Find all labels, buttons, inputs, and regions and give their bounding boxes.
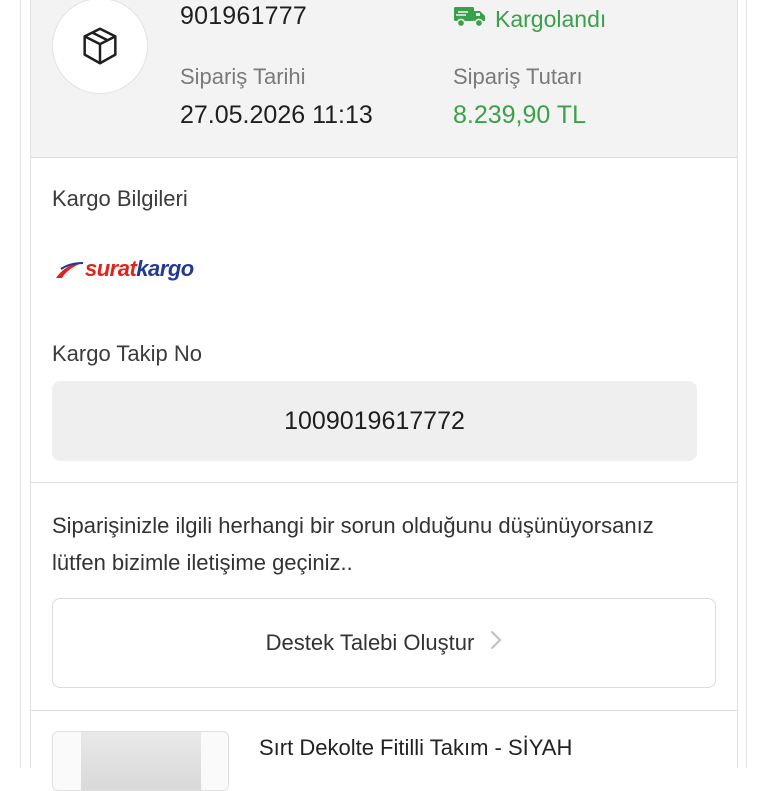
order-number: 901961777 — [180, 2, 307, 30]
tracking-label: Kargo Takip No — [52, 341, 203, 366]
order-amount-value: 8.239,90 TL — [453, 101, 586, 129]
chevron-right-icon — [490, 630, 502, 656]
logo-word-surat: surat — [85, 256, 137, 281]
order-detail-card: 901961777 Kargolandı Sipariş Tarihi 27.0… — [30, 0, 738, 791]
order-summary: 901961777 Kargolandı Sipariş Tarihi 27.0… — [31, 0, 737, 158]
surat-kargo-logo: surat kargo — [55, 256, 194, 282]
product-name[interactable]: Sırt Dekolte Fitilli Takım - SİYAH — [259, 735, 572, 761]
support-message: Siparişinizle ilgili herhangi bir sorun … — [52, 513, 654, 575]
status-text: Kargolandı — [495, 5, 607, 32]
order-status: Kargolandı — [453, 4, 606, 34]
product-thumbnail[interactable] — [52, 731, 229, 791]
order-date-label: Sipariş Tarihi — [180, 64, 306, 89]
support-section: Siparişinizle ilgili herhangi bir sorun … — [31, 483, 737, 711]
logo-word-kargo: kargo — [136, 256, 194, 281]
tracking-number[interactable]: 1009019617772 — [52, 381, 697, 461]
order-amount-label: Sipariş Tutarı — [453, 64, 583, 89]
product-row[interactable]: Sırt Dekolte Fitilli Takım - SİYAH — [31, 711, 737, 791]
package-icon — [52, 0, 148, 94]
logo-swoosh-icon — [56, 262, 84, 278]
support-button-label: Destek Talebi Oluştur — [265, 630, 475, 655]
left-edge-line — [20, 0, 21, 768]
cargo-info-section: Kargo Bilgileri surat kargo Kargo Takip N… — [31, 158, 737, 483]
right-edge-line — [746, 0, 747, 768]
truck-icon — [453, 4, 487, 34]
cargo-info-title: Kargo Bilgileri — [52, 186, 188, 211]
product-image — [81, 732, 201, 790]
order-date-value: 27.05.2026 11:13 — [180, 101, 373, 129]
create-support-ticket-button[interactable]: Destek Talebi Oluştur — [52, 598, 716, 688]
